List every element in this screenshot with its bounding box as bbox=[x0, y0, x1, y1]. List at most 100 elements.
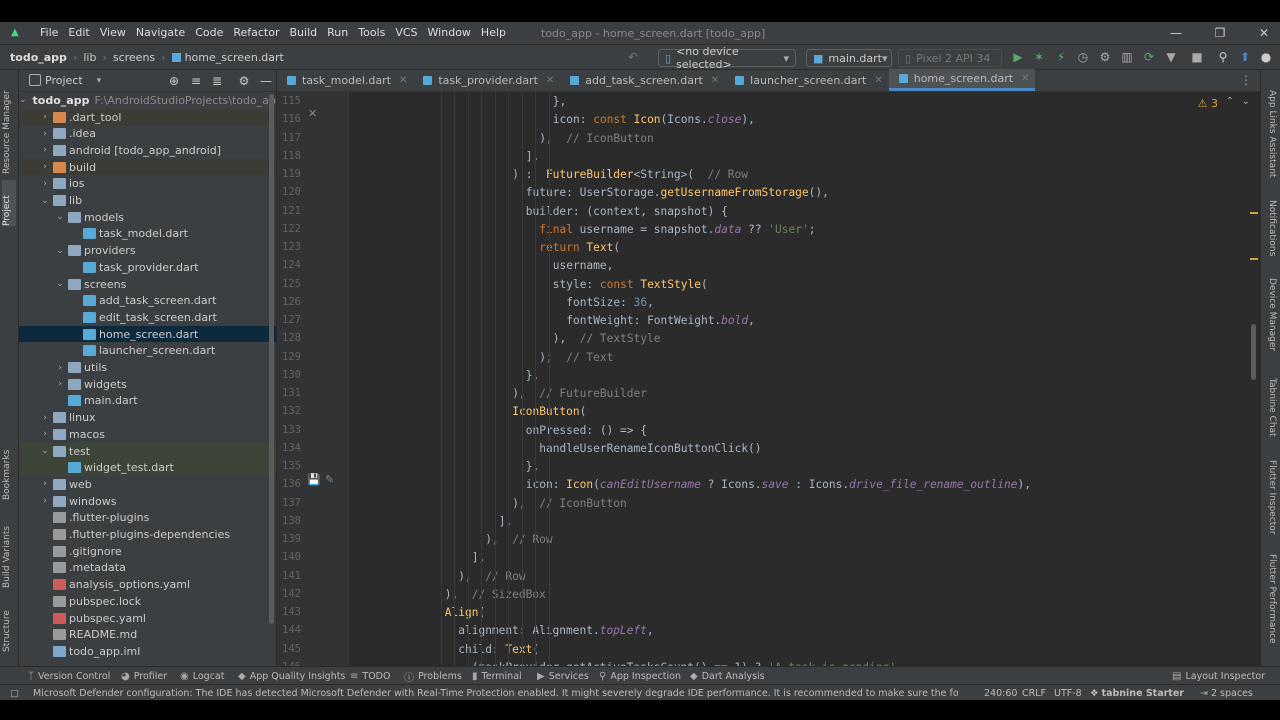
sdk-manager-icon[interactable]: ▼ bbox=[1164, 50, 1178, 64]
code-line[interactable]: icon: Icon(canEditUsername ? Icons.save … bbox=[526, 478, 1031, 491]
tool-todo[interactable]: ≡ TODO bbox=[350, 669, 390, 683]
hot-reload-icon[interactable]: ⚡ bbox=[1054, 50, 1068, 64]
next-highlight-icon[interactable]: ⌄ bbox=[1242, 96, 1250, 107]
breadcrumb-lib[interactable]: lib bbox=[79, 51, 100, 64]
menu-build[interactable]: Build bbox=[285, 22, 323, 44]
chevron-down-icon[interactable]: ⌄ bbox=[19, 95, 27, 105]
status-toggle-icon[interactable]: □ bbox=[10, 686, 19, 700]
warning-stripe[interactable] bbox=[1250, 258, 1258, 260]
code-line[interactable]: future: UserStorage.getUsernameFromStora… bbox=[526, 186, 829, 199]
tool-logcat[interactable]: ◉ Logcat bbox=[180, 669, 224, 683]
tree-item[interactable]: .metadata bbox=[19, 560, 276, 577]
chevron-down-icon[interactable]: ▾ bbox=[97, 76, 102, 86]
locate-file-icon[interactable]: ⊕ bbox=[167, 74, 181, 88]
chevron-right-icon[interactable]: › bbox=[40, 145, 50, 155]
tree-item[interactable]: › macos bbox=[19, 426, 276, 443]
editor-scrollbar[interactable] bbox=[1251, 324, 1256, 380]
code-line[interactable]: ); // Text bbox=[539, 351, 613, 364]
code-line[interactable]: Align( bbox=[445, 606, 485, 619]
debug-icon[interactable]: ✶ bbox=[1032, 50, 1046, 64]
tool-build-variants[interactable]: Build Variants bbox=[2, 518, 16, 588]
breadcrumb-project[interactable]: todo_app bbox=[6, 51, 71, 64]
tree-item[interactable]: README.md bbox=[19, 626, 276, 643]
tool-app-inspection[interactable]: ⚲ App Inspection bbox=[599, 669, 681, 683]
chevron-right-icon[interactable]: › bbox=[40, 179, 50, 189]
tree-item[interactable]: › widgets bbox=[19, 376, 276, 393]
chevron-right-icon[interactable]: › bbox=[40, 429, 50, 439]
tool-services[interactable]: ▶ Services bbox=[537, 669, 589, 683]
chevron-right-icon[interactable]: › bbox=[55, 379, 65, 389]
update-icon[interactable]: ⬆ bbox=[1238, 50, 1252, 64]
breadcrumb-screens[interactable]: screens bbox=[109, 51, 159, 64]
tree-item[interactable]: launcher_screen.dart bbox=[19, 343, 276, 360]
account-icon[interactable]: ● bbox=[1259, 50, 1273, 64]
project-scrollbar[interactable] bbox=[269, 94, 274, 624]
chevron-right-icon[interactable]: › bbox=[40, 496, 50, 506]
chevron-down-icon[interactable]: ⌄ bbox=[40, 196, 50, 206]
tree-item[interactable]: task_model.dart bbox=[19, 226, 276, 243]
close-tab-icon[interactable]: ✕ bbox=[399, 75, 407, 86]
search-icon[interactable]: ⚲ bbox=[1216, 50, 1230, 64]
code-line[interactable]: ], bbox=[499, 515, 512, 528]
minimize-icon[interactable]: — bbox=[1162, 22, 1190, 44]
code-line[interactable]: builder: (context, snapshot) { bbox=[526, 205, 728, 218]
code-line[interactable]: fontSize: 36, bbox=[566, 296, 654, 309]
tree-item[interactable]: › ios bbox=[19, 176, 276, 193]
menu-window[interactable]: Window bbox=[423, 22, 476, 44]
restore-icon[interactable]: ❐ bbox=[1206, 22, 1234, 44]
indent-setting[interactable]: ⇥ 2 spaces bbox=[1200, 686, 1253, 700]
tab-task-provider[interactable]: task_provider.dart ✕ bbox=[413, 69, 560, 91]
code-line[interactable]: ) : FutureBuilder<String>( // Row bbox=[512, 168, 748, 181]
tree-item[interactable]: › android [todo_app_android] bbox=[19, 142, 276, 159]
close-tab-icon[interactable]: ✕ bbox=[1021, 73, 1029, 84]
tree-item[interactable]: ⌄ test bbox=[19, 442, 276, 460]
code-line[interactable]: ), // FutureBuilder bbox=[512, 387, 647, 400]
tree-item[interactable]: .flutter-plugins bbox=[19, 510, 276, 527]
tree-item[interactable]: widget_test.dart bbox=[19, 459, 276, 477]
chevron-right-icon[interactable]: › bbox=[40, 112, 50, 122]
menu-refactor[interactable]: Refactor bbox=[228, 22, 284, 44]
menu-edit[interactable]: Edit bbox=[63, 22, 94, 44]
chevron-right-icon[interactable]: › bbox=[40, 129, 50, 139]
tree-item[interactable]: add_task_screen.dart bbox=[19, 292, 276, 309]
chevron-right-icon[interactable]: › bbox=[40, 479, 50, 489]
code-line[interactable]: alignment: Alignment.topLeft, bbox=[458, 624, 653, 637]
code-line[interactable]: return Text( bbox=[539, 241, 620, 254]
code-line[interactable]: final username = snapshot.data ?? 'User'… bbox=[539, 223, 815, 236]
tree-item[interactable]: ⌄ todo_app F:\AndroidStudioProjects\todo_a… bbox=[19, 92, 276, 109]
vcs-update-icon[interactable]: ↶ bbox=[626, 50, 640, 64]
tool-profiler[interactable]: ◕ Profiler bbox=[121, 669, 167, 683]
run-config-selector[interactable]: ■ main.dart ▾ bbox=[806, 49, 892, 67]
tool-structure[interactable]: Structure bbox=[2, 602, 16, 652]
tool-terminal[interactable]: ▮ Terminal bbox=[472, 669, 522, 683]
tree-item[interactable]: .gitignore bbox=[19, 543, 276, 560]
tool-app-links-assistant[interactable]: App Links Assistant bbox=[1263, 90, 1277, 196]
tree-item[interactable]: analysis_options.yaml bbox=[19, 576, 276, 593]
tab-home-screen[interactable]: home_screen.dart ✕ bbox=[888, 69, 1036, 91]
status-message[interactable]: Microsoft Defender configuration: The ID… bbox=[33, 686, 959, 700]
close-marker-icon[interactable]: ✕ bbox=[308, 107, 317, 120]
tool-project[interactable]: Project bbox=[2, 180, 16, 226]
tree-item[interactable]: › windows bbox=[19, 493, 276, 510]
tool-app-quality-insights[interactable]: ◆ App Quality Insights bbox=[238, 669, 345, 683]
code-line[interactable]: }, bbox=[526, 369, 539, 382]
menu-run[interactable]: Run bbox=[322, 22, 353, 44]
code-line[interactable]: ), // IconButton bbox=[539, 132, 654, 145]
menu-view[interactable]: View bbox=[95, 22, 131, 44]
close-tab-icon[interactable]: ✕ bbox=[874, 75, 882, 86]
code-line[interactable]: ], bbox=[472, 551, 485, 564]
tool-flutter-performance[interactable]: Flutter Performance bbox=[1263, 554, 1277, 652]
tab-task-model[interactable]: task_model.dart ✕ bbox=[277, 69, 413, 91]
warning-indicator[interactable]: ⚠ 3 bbox=[1198, 97, 1218, 110]
code-line[interactable]: onPressed: () => { bbox=[526, 424, 647, 437]
rename-marker-icon[interactable]: ✎ bbox=[325, 473, 334, 486]
tree-item[interactable]: .flutter-plugins-dependencies bbox=[19, 526, 276, 543]
tool-bookmarks[interactable]: Bookmarks bbox=[2, 442, 16, 500]
code-line[interactable]: icon: const Icon(Icons.close), bbox=[553, 113, 755, 126]
tool-tabnine-chat[interactable]: Tabnine Chat bbox=[1263, 378, 1277, 437]
tool-version-control[interactable]: ᛉ Version Control bbox=[28, 669, 110, 683]
code-line[interactable]: ), // TextStyle bbox=[553, 332, 661, 345]
previous-highlight-icon[interactable]: ⌃ bbox=[1226, 96, 1234, 107]
sync-gradle-icon[interactable]: ⟳ bbox=[1142, 50, 1156, 64]
code-line[interactable]: ], bbox=[526, 150, 539, 163]
